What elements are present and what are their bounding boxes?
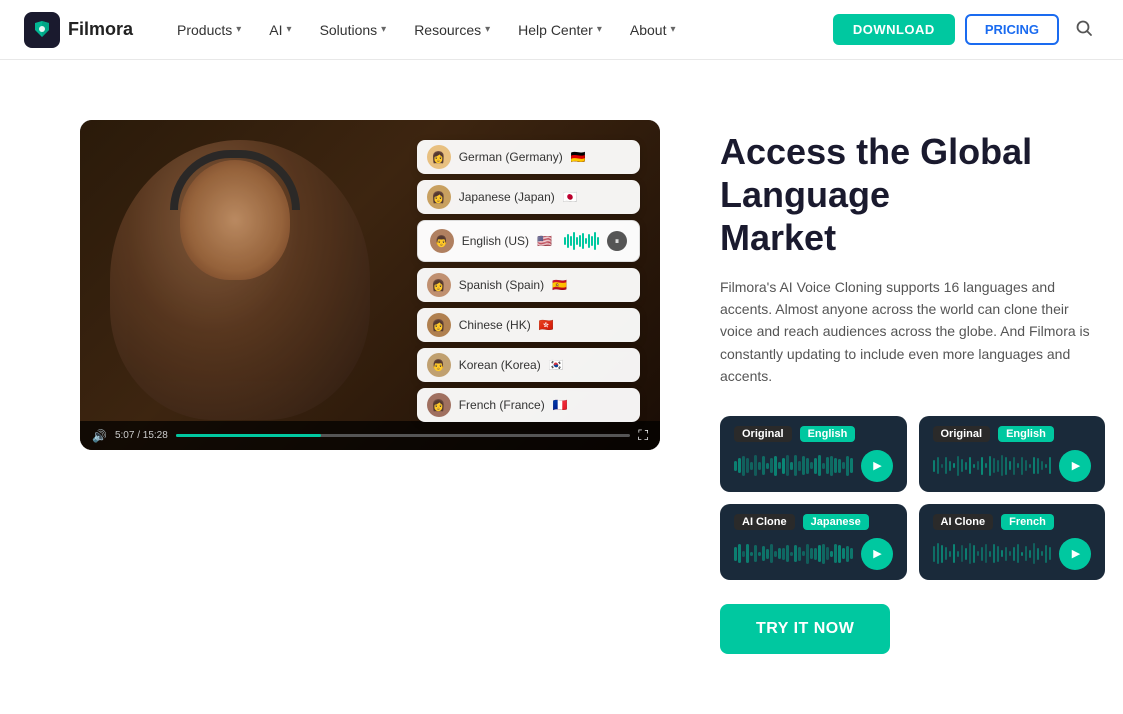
badge-english-1: English xyxy=(800,426,856,442)
nav-item-products[interactable]: Products ▾ xyxy=(165,16,253,44)
navigation: Filmora Products ▾ AI ▾ Solutions ▾ Reso… xyxy=(0,0,1123,60)
flag-japanese: 🇯🇵 xyxy=(563,190,578,204)
main-content: 👩 German (Germany) 🇩🇪 👩 Japanese (Japan)… xyxy=(0,60,1123,714)
audio-card-clone-french: AI Clone French xyxy=(919,504,1106,580)
lang-label-korean: Korean (Korea) xyxy=(459,358,541,372)
audio-card-header-3: AI Clone Japanese xyxy=(734,514,893,530)
pricing-button[interactable]: PRICING xyxy=(965,14,1059,45)
chevron-down-icon: ▾ xyxy=(670,24,675,35)
nav-item-about[interactable]: About ▾ xyxy=(618,16,688,44)
lang-item-english-active: 👨 English (US) 🇺🇸 xyxy=(417,220,640,262)
lang-label-chinese: Chinese (HK) xyxy=(459,318,531,332)
audio-card-body-1 xyxy=(734,450,893,482)
nav-item-resources[interactable]: Resources ▾ xyxy=(402,16,502,44)
audio-card-body-3 xyxy=(734,538,893,570)
avatar-english: 👨 xyxy=(430,229,454,253)
video-background: 👩 German (Germany) 🇩🇪 👩 Japanese (Japan)… xyxy=(80,120,660,450)
nav-item-help-center[interactable]: Help Center ▾ xyxy=(506,16,614,44)
pause-button[interactable] xyxy=(607,231,627,251)
right-panel: Access the Global Language Market Filmor… xyxy=(720,120,1105,654)
badge-japanese: Japanese xyxy=(803,514,869,530)
try-it-now-button[interactable]: TRY IT NOW xyxy=(720,604,890,654)
waveform-2 xyxy=(933,452,1052,480)
audio-card-header-2: Original English xyxy=(933,426,1092,442)
audio-card-body-4 xyxy=(933,538,1092,570)
search-icon xyxy=(1075,19,1093,37)
flag-spanish: 🇪🇸 xyxy=(552,278,567,292)
video-panel: 👩 German (Germany) 🇩🇪 👩 Japanese (Japan)… xyxy=(80,120,660,450)
chevron-down-icon: ▾ xyxy=(287,24,292,35)
headphone-icon xyxy=(170,150,300,210)
lang-item-french: 👩 French (France) 🇫🇷 xyxy=(417,388,640,422)
chevron-down-icon: ▾ xyxy=(485,24,490,35)
download-button[interactable]: DOWNLOAD xyxy=(833,14,955,45)
play-button-3[interactable] xyxy=(861,538,893,570)
progress-bar[interactable] xyxy=(176,434,630,437)
lang-item-german: 👩 German (Germany) 🇩🇪 xyxy=(417,140,640,174)
lang-label-english: English (US) xyxy=(462,234,529,248)
flag-chinese: 🇭🇰 xyxy=(539,318,554,332)
flag-english: 🇺🇸 xyxy=(537,234,552,248)
search-button[interactable] xyxy=(1069,13,1099,46)
audio-card-original-english-1: Original English xyxy=(720,416,907,492)
logo-text: Filmora xyxy=(68,19,133,40)
nav-links: Products ▾ AI ▾ Solutions ▾ Resources ▾ … xyxy=(165,16,833,44)
chevron-down-icon: ▾ xyxy=(381,24,386,35)
flag-french: 🇫🇷 xyxy=(553,398,568,412)
lang-item-chinese: 👩 Chinese (HK) 🇭🇰 xyxy=(417,308,640,342)
play-button-2[interactable] xyxy=(1059,450,1091,482)
badge-original-2: Original xyxy=(933,426,991,442)
video-controls: 🔊 5:07 / 15:28 ⛶ xyxy=(80,421,660,450)
progress-fill xyxy=(176,434,321,437)
badge-clone-french: AI Clone xyxy=(933,514,994,530)
lang-item-korean: 👨 Korean (Korea) 🇰🇷 xyxy=(417,348,640,382)
lang-item-spanish: 👩 Spanish (Spain) 🇪🇸 xyxy=(417,268,640,302)
avatar-german: 👩 xyxy=(427,145,451,169)
avatar-korean: 👨 xyxy=(427,353,451,377)
logo-link[interactable]: Filmora xyxy=(24,12,133,48)
language-overlay: 👩 German (Germany) 🇩🇪 👩 Japanese (Japan)… xyxy=(417,140,640,422)
audio-card-header-1: Original English xyxy=(734,426,893,442)
badge-english-2: English xyxy=(998,426,1054,442)
waveform-3 xyxy=(734,540,853,568)
hero-heading: Access the Global Language Market xyxy=(720,130,1105,260)
lang-label-french: French (France) xyxy=(459,398,545,412)
badge-french: French xyxy=(1001,514,1054,530)
audio-cards-grid: Original English Original English xyxy=(720,416,1105,580)
chevron-down-icon: ▾ xyxy=(236,24,241,35)
lang-label-spanish: Spanish (Spain) xyxy=(459,278,544,292)
logo-icon xyxy=(24,12,60,48)
flag-german: 🇩🇪 xyxy=(571,150,586,164)
badge-clone-japanese: AI Clone xyxy=(734,514,795,530)
nav-item-ai[interactable]: AI ▾ xyxy=(257,16,303,44)
lang-label-german: German (Germany) xyxy=(459,150,563,164)
nav-item-solutions[interactable]: Solutions ▾ xyxy=(308,16,399,44)
waveform-4 xyxy=(933,540,1052,568)
lang-item-japanese: 👩 Japanese (Japan) 🇯🇵 xyxy=(417,180,640,214)
volume-icon[interactable]: 🔊 xyxy=(92,429,107,443)
play-button-1[interactable] xyxy=(861,450,893,482)
hero-description: Filmora's AI Voice Cloning supports 16 l… xyxy=(720,276,1105,388)
play-button-4[interactable] xyxy=(1059,538,1091,570)
avatar-french: 👩 xyxy=(427,393,451,417)
audio-card-clone-japanese: AI Clone Japanese xyxy=(720,504,907,580)
audio-card-body-2 xyxy=(933,450,1092,482)
lang-label-japanese: Japanese (Japan) xyxy=(459,190,555,204)
avatar-chinese: 👩 xyxy=(427,313,451,337)
active-waveform xyxy=(564,232,599,250)
audio-card-header-4: AI Clone French xyxy=(933,514,1092,530)
fullscreen-icon[interactable]: ⛶ xyxy=(638,427,648,444)
flag-korean: 🇰🇷 xyxy=(549,358,564,372)
audio-card-original-english-2: Original English xyxy=(919,416,1106,492)
avatar-japanese: 👩 xyxy=(427,185,451,209)
avatar-spanish: 👩 xyxy=(427,273,451,297)
chevron-down-icon: ▾ xyxy=(597,24,602,35)
video-time: 5:07 / 15:28 xyxy=(115,430,168,441)
nav-actions: DOWNLOAD PRICING xyxy=(833,13,1099,46)
waveform-1 xyxy=(734,452,853,480)
person-silhouette xyxy=(110,140,370,420)
badge-original-1: Original xyxy=(734,426,792,442)
